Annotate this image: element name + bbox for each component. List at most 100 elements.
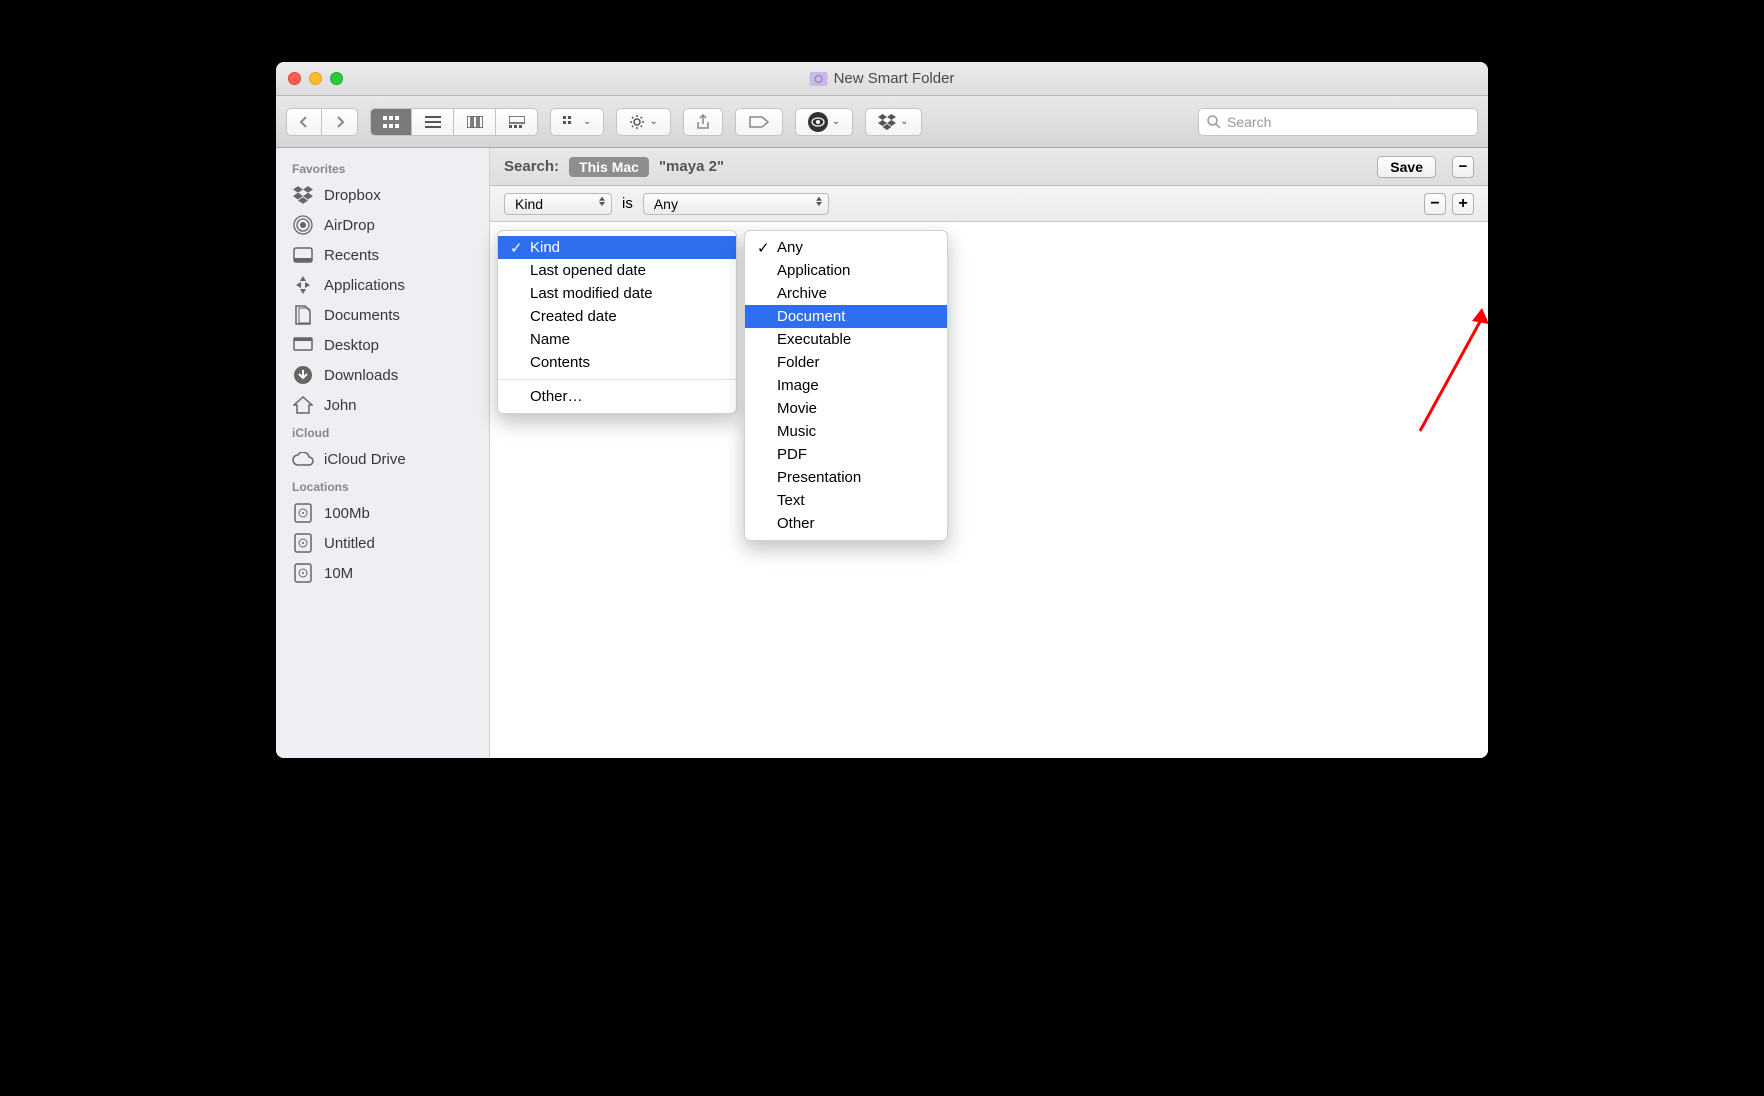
search-label: Search: bbox=[504, 158, 559, 175]
back-button[interactable] bbox=[286, 108, 322, 136]
icloud-header: iCloud bbox=[276, 420, 489, 444]
criteria-row: Kind is Any − + bbox=[490, 186, 1488, 222]
action-button[interactable]: ⌄ bbox=[616, 108, 670, 136]
menu-item-document[interactable]: Document bbox=[745, 305, 947, 328]
sidebar-item-airdrop[interactable]: AirDrop bbox=[276, 210, 489, 240]
maximize-button[interactable] bbox=[330, 72, 343, 85]
sidebar-item-label: Untitled bbox=[324, 535, 375, 552]
sidebar-item-label: iCloud Drive bbox=[324, 451, 406, 468]
view-mode-group bbox=[370, 108, 538, 136]
home-icon bbox=[292, 394, 314, 416]
disk-icon bbox=[292, 532, 314, 554]
eye-icon bbox=[811, 117, 825, 127]
sidebar-item-100mb[interactable]: 100Mb bbox=[276, 498, 489, 528]
list-view-button[interactable] bbox=[412, 108, 454, 136]
attribute-menu: KindLast opened dateLast modified dateCr… bbox=[497, 230, 737, 414]
collapse-button[interactable]: − bbox=[1452, 156, 1474, 178]
sidebar-item-label: Dropbox bbox=[324, 187, 381, 204]
menu-item-application[interactable]: Application bbox=[745, 259, 947, 282]
menu-item-image[interactable]: Image bbox=[745, 374, 947, 397]
kind-menu: AnyApplicationArchiveDocumentExecutableF… bbox=[744, 230, 948, 541]
dropbox-icon bbox=[878, 114, 896, 130]
window-title: New Smart Folder bbox=[810, 70, 955, 87]
sidebar-item-10m[interactable]: 10M bbox=[276, 558, 489, 588]
applications-icon bbox=[292, 274, 314, 296]
sidebar-item-label: John bbox=[324, 397, 357, 414]
menu-item-archive[interactable]: Archive bbox=[745, 282, 947, 305]
minimize-button[interactable] bbox=[309, 72, 322, 85]
sidebar-item-desktop[interactable]: Desktop bbox=[276, 330, 489, 360]
menu-item-folder[interactable]: Folder bbox=[745, 351, 947, 374]
locations-header: Locations bbox=[276, 474, 489, 498]
sidebar-item-label: 10M bbox=[324, 565, 353, 582]
desktop-icon bbox=[292, 334, 314, 356]
sidebar-item-recents[interactable]: Recents bbox=[276, 240, 489, 270]
sidebar-item-dropbox[interactable]: Dropbox bbox=[276, 180, 489, 210]
sidebar-item-documents[interactable]: Documents bbox=[276, 300, 489, 330]
criteria-attribute-dropdown[interactable]: Kind bbox=[504, 193, 612, 215]
share-button[interactable] bbox=[683, 108, 723, 136]
recents-icon bbox=[292, 244, 314, 266]
criteria-operator: is bbox=[622, 195, 633, 212]
add-criteria-button[interactable]: + bbox=[1452, 193, 1474, 215]
main-content: Search: This Mac "maya 2" Save − Kind is… bbox=[490, 148, 1488, 758]
menu-item-presentation[interactable]: Presentation bbox=[745, 466, 947, 489]
menu-item-any[interactable]: Any bbox=[745, 236, 947, 259]
disk-icon bbox=[292, 562, 314, 584]
menu-item-last-modified-date[interactable]: Last modified date bbox=[498, 282, 736, 305]
nav-buttons bbox=[286, 108, 358, 136]
menu-item-text[interactable]: Text bbox=[745, 489, 947, 512]
disk-icon bbox=[292, 502, 314, 524]
dropbox-icon bbox=[292, 184, 314, 206]
scope-this-mac[interactable]: This Mac bbox=[569, 157, 649, 177]
dropbox-toolbar-button[interactable]: ⌄ bbox=[865, 108, 921, 136]
quick-look-button[interactable]: ⌄ bbox=[795, 108, 853, 136]
criteria-value-dropdown[interactable]: Any bbox=[643, 193, 829, 215]
menu-item-other[interactable]: Other… bbox=[498, 385, 736, 408]
sidebar-item-label: Downloads bbox=[324, 367, 398, 384]
title-text: New Smart Folder bbox=[834, 70, 955, 87]
sidebar-item-label: Desktop bbox=[324, 337, 379, 354]
tag-icon bbox=[748, 115, 770, 129]
sidebar-item-downloads[interactable]: Downloads bbox=[276, 360, 489, 390]
sidebar-item-john[interactable]: John bbox=[276, 390, 489, 420]
gear-icon bbox=[629, 114, 645, 130]
toolbar: ⌄ ⌄ ⌄ ⌄ Search bbox=[276, 96, 1488, 148]
menu-item-movie[interactable]: Movie bbox=[745, 397, 947, 420]
menu-item-name[interactable]: Name bbox=[498, 328, 736, 351]
documents-icon bbox=[292, 304, 314, 326]
close-button[interactable] bbox=[288, 72, 301, 85]
remove-criteria-button[interactable]: − bbox=[1424, 193, 1446, 215]
menu-item-pdf[interactable]: PDF bbox=[745, 443, 947, 466]
menu-item-contents[interactable]: Contents bbox=[498, 351, 736, 374]
cloud-icon bbox=[292, 448, 314, 470]
column-view-button[interactable] bbox=[454, 108, 496, 136]
menu-item-last-opened-date[interactable]: Last opened date bbox=[498, 259, 736, 282]
search-icon bbox=[1207, 115, 1221, 129]
menu-item-created-date[interactable]: Created date bbox=[498, 305, 736, 328]
titlebar: New Smart Folder bbox=[276, 62, 1488, 96]
tag-button[interactable] bbox=[735, 108, 783, 136]
airdrop-icon bbox=[292, 214, 314, 236]
sidebar-item-icloud-drive[interactable]: iCloud Drive bbox=[276, 444, 489, 474]
search-scope-bar: Search: This Mac "maya 2" Save − bbox=[490, 148, 1488, 186]
scope-folder[interactable]: "maya 2" bbox=[659, 158, 724, 175]
gallery-view-button[interactable] bbox=[496, 108, 538, 136]
forward-button[interactable] bbox=[322, 108, 358, 136]
sidebar-item-untitled[interactable]: Untitled bbox=[276, 528, 489, 558]
menu-item-kind[interactable]: Kind bbox=[498, 236, 736, 259]
menu-item-other[interactable]: Other bbox=[745, 512, 947, 535]
share-icon bbox=[696, 114, 710, 130]
sidebar-item-label: AirDrop bbox=[324, 217, 375, 234]
save-button[interactable]: Save bbox=[1377, 156, 1436, 178]
icon-view-button[interactable] bbox=[370, 108, 412, 136]
arrow-annotation bbox=[1390, 306, 1488, 436]
sidebar-item-label: Recents bbox=[324, 247, 379, 264]
sidebar: Favorites DropboxAirDropRecentsApplicati… bbox=[276, 148, 490, 758]
menu-item-executable[interactable]: Executable bbox=[745, 328, 947, 351]
search-field[interactable]: Search bbox=[1198, 108, 1478, 136]
group-button[interactable]: ⌄ bbox=[550, 108, 604, 136]
sidebar-item-applications[interactable]: Applications bbox=[276, 270, 489, 300]
menu-item-music[interactable]: Music bbox=[745, 420, 947, 443]
search-placeholder: Search bbox=[1227, 114, 1271, 130]
